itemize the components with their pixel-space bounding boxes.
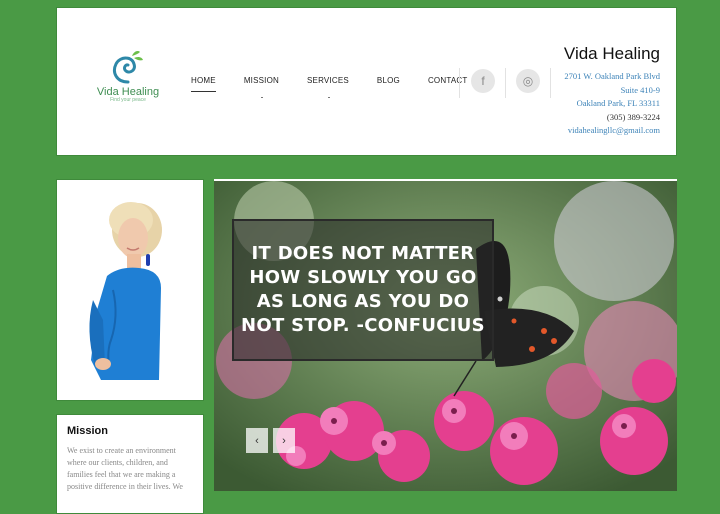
address-line-2[interactable]: Suite 410-9 <box>564 84 660 98</box>
nav-home[interactable]: HOME <box>191 76 216 92</box>
slider-next-button[interactable]: › <box>273 428 295 453</box>
phone-number: (305) 389-3224 <box>606 111 660 122</box>
nav-services[interactable]: SERVICES <box>307 76 349 98</box>
quote-overlay: IT DOES NOT MATTER HOW SLOWLY YOU GO AS … <box>232 219 494 361</box>
profile-photo <box>57 180 203 400</box>
site-header: Vida Healing Find your peace HOME MISSIO… <box>56 7 677 156</box>
nav-divider <box>505 68 506 98</box>
nav-services-label: SERVICES <box>307 76 349 85</box>
submenu-indicator <box>327 97 330 98</box>
nav-divider <box>459 68 460 98</box>
chevron-right-icon: › <box>282 434 286 447</box>
nav-mission-label: MISSION <box>243 76 279 85</box>
spiral-logo-icon <box>113 51 143 84</box>
mission-heading: Mission <box>67 425 108 437</box>
quote-text: IT DOES NOT MATTER HOW SLOWLY YOU GO AS … <box>241 243 485 336</box>
instagram-icon[interactable]: ◎ <box>516 69 540 93</box>
slider-prev-button[interactable]: ‹ <box>246 428 268 453</box>
submenu-indicator <box>261 97 264 98</box>
main-nav: HOME MISSION SERVICES BLOG CONTACT <box>191 76 495 98</box>
email-link[interactable]: vidahealingllc@gmail.com <box>564 124 660 138</box>
mission-text: We exist to create an environment where … <box>67 446 183 491</box>
nav-divider <box>550 68 551 98</box>
nav-blog[interactable]: BLOG <box>377 76 400 85</box>
facebook-icon[interactable]: f <box>471 69 495 93</box>
mission-card: Mission We exist to create an environmen… <box>56 414 204 514</box>
nav-mission[interactable]: MISSION <box>243 76 279 98</box>
contact-block: 2701 W. Oakland Park Blvd Suite 410-9 Oa… <box>564 70 660 138</box>
profile-photo-card <box>56 179 204 401</box>
hero-slider[interactable]: IT DOES NOT MATTER HOW SLOWLY YOU GO AS … <box>214 179 677 491</box>
address-line-3[interactable]: Oakland Park, FL 33311 <box>564 97 660 111</box>
nav-contact[interactable]: CONTACT <box>428 76 467 85</box>
chevron-left-icon: ‹ <box>255 434 259 447</box>
site-name: Vida Healing <box>563 44 660 63</box>
address-line-1[interactable]: 2701 W. Oakland Park Blvd <box>564 70 660 84</box>
site-logo[interactable]: Vida Healing Find your peace <box>93 48 163 118</box>
